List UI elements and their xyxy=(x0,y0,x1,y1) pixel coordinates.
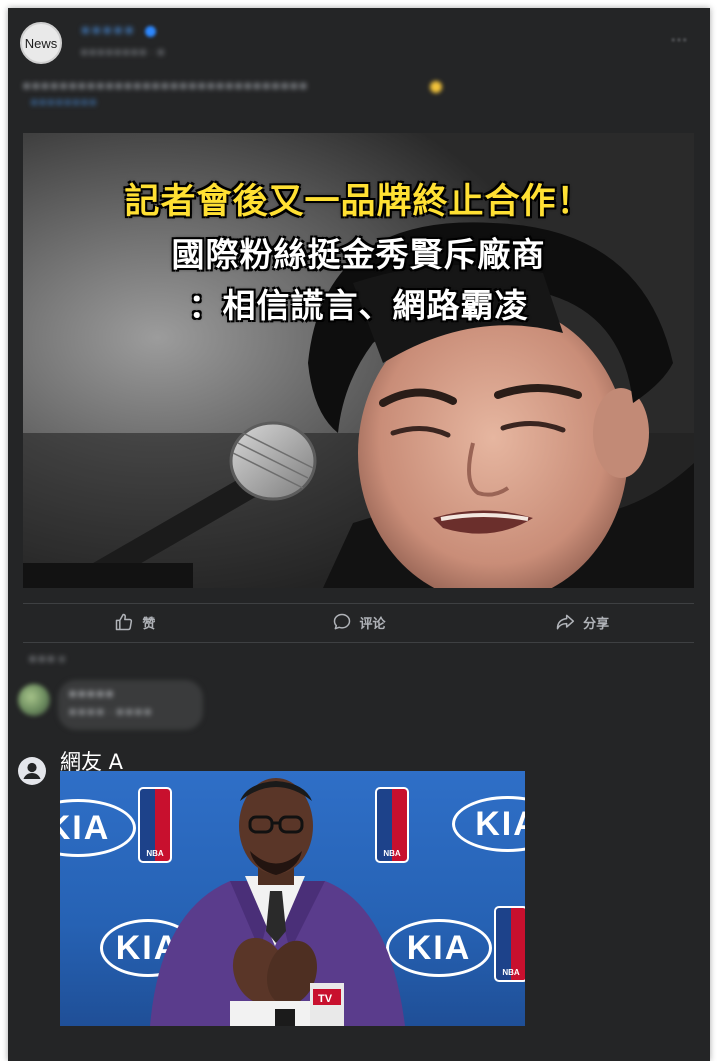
comment-label: 评论 xyxy=(359,616,386,632)
divider xyxy=(23,603,694,604)
post-caption: ⚫⚫⚫⚫⚫⚫⚫⚫⚫⚫⚫⚫⚫⚫⚫⚫⚫⚫⚫⚫⚫⚫⚫⚫⚫⚫⚫⚫⚫⚫⚫ xyxy=(22,80,308,93)
reply-photo[interactable]: KIA KIA KIA KIA NBA NBA NBA xyxy=(60,771,525,1026)
headline-subline-2: ：相信謊言、網路霸凌 xyxy=(188,286,529,325)
user-avatar-icon xyxy=(18,757,46,785)
more-options-button[interactable]: ··· xyxy=(668,32,690,50)
commenter-name[interactable]: ⚫⚫⚫⚫⚫ xyxy=(68,688,114,701)
commenter-avatar[interactable] xyxy=(18,684,50,716)
post-card: News ⚫⚫⚫⚫⚫ ⚫⚫⚫⚫⚫⚫⚫⚫ · ⚫ ⚫⚫⚫⚫⚫⚫⚫⚫⚫⚫⚫⚫⚫⚫⚫⚫… xyxy=(8,8,710,1061)
comment-button[interactable]: 评论 xyxy=(247,605,471,639)
post-header: News ⚫⚫⚫⚫⚫ ⚫⚫⚫⚫⚫⚫⚫⚫ · ⚫ ⚫⚫⚫⚫⚫⚫⚫⚫⚫⚫⚫⚫⚫⚫⚫⚫… xyxy=(8,8,710,128)
headline-banner: 記者會後又一品牌終止合作！ xyxy=(124,182,593,222)
verified-badge-icon xyxy=(145,26,156,37)
emoji-icon xyxy=(430,81,442,93)
mic-flag-text: TV xyxy=(318,993,333,1005)
comment-sort-dropdown[interactable]: ⚫⚫⚫ ▾ xyxy=(28,653,65,666)
headline-subline-1: 國際粉絲挺金秀賢斥廠商 xyxy=(171,235,546,274)
page-avatar[interactable]: News xyxy=(20,22,62,64)
share-label: 分享 xyxy=(583,616,610,632)
post-timestamp[interactable]: ⚫⚫⚫⚫⚫⚫⚫⚫ · ⚫ xyxy=(80,48,165,59)
like-label: 赞 xyxy=(142,616,156,632)
like-button[interactable]: 赞 xyxy=(23,605,247,639)
post-actions: 赞 评论 分享 xyxy=(23,605,694,639)
avatar-label: News xyxy=(24,35,58,51)
page: News ⚫⚫⚫⚫⚫ ⚫⚫⚫⚫⚫⚫⚫⚫ · ⚫ ⚫⚫⚫⚫⚫⚫⚫⚫⚫⚫⚫⚫⚫⚫⚫⚫… xyxy=(0,0,717,1061)
thumbs-up-icon xyxy=(116,613,133,631)
page-name[interactable]: ⚫⚫⚫⚫⚫ xyxy=(80,24,134,39)
divider xyxy=(23,642,694,643)
caption-link[interactable]: ⚫⚫⚫⚫⚫⚫⚫⚫ xyxy=(30,98,97,109)
comment-text: ⚫⚫⚫⚫ · ⚫⚫⚫⚫ xyxy=(68,706,153,719)
reply-photo-scene: TV xyxy=(150,778,405,1026)
share-arrow-icon xyxy=(556,614,575,630)
post-photo[interactable]: 記者會後又一品牌終止合作！ 國際粉絲挺金秀賢斥廠商 ：相信謊言、網路霸凌 xyxy=(23,133,694,588)
share-button[interactable]: 分享 xyxy=(470,605,694,639)
comment-bubble-icon xyxy=(333,613,350,630)
